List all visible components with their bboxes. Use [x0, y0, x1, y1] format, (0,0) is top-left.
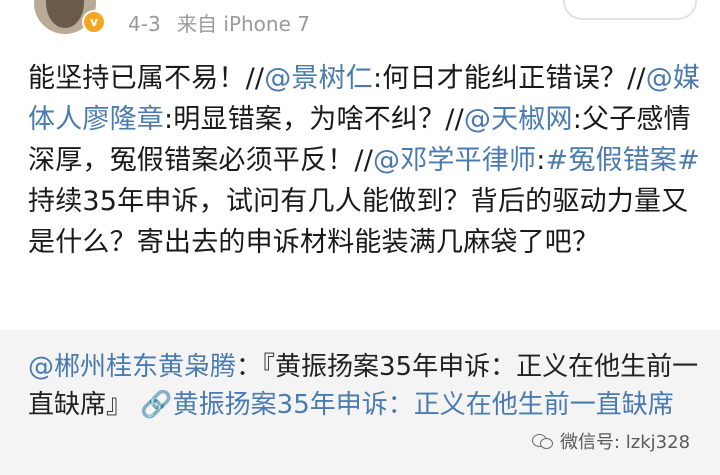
link-icon: 🔗 [132, 390, 173, 420]
repost-text: @郴州桂东黄枭腾：『黄振扬案35年申诉：正义在他生前一直缺席』 🔗黄振扬案35年… [28, 348, 708, 424]
post-text-2: :何日才能纠正错误？// [373, 63, 646, 94]
post-header: v 4-3 来自 iPhone 7 [0, 0, 720, 44]
article-link[interactable]: 黄振扬案35年申诉：正义在他生前一直缺席 [173, 390, 674, 420]
repost-author-link[interactable]: @郴州桂东黄枭腾 [28, 352, 236, 382]
verified-badge-icon: v [82, 10, 106, 34]
wechat-icon [532, 433, 554, 451]
watermark-text: 微信号: lzkj328 [560, 432, 691, 453]
post-source: 来自 iPhone 7 [177, 12, 310, 36]
post-body: 能坚持已属不易！//@景树仁:何日才能纠正错误？//@媒体人廖隆章:明显错案，为… [28, 58, 708, 263]
post-meta: 4-3 来自 iPhone 7 [128, 8, 320, 37]
repost-card[interactable]: @郴州桂东黄枭腾：『黄振扬案35年申诉：正义在他生前一直缺席』 🔗黄振扬案35年… [0, 330, 720, 475]
mention-link-dengxueping[interactable]: @邓学平律师 [373, 145, 536, 176]
post-text-6: 持续35年申诉，试问有几人能做到？背后的驱动力量又是什么？寄出去的申诉材料能装满… [28, 186, 689, 258]
post-date: 4-3 [128, 12, 161, 36]
post-text-5: : [536, 145, 546, 176]
mention-link-tianjiaowang[interactable]: @天椒网 [464, 104, 573, 135]
post-text-1: 能坚持已属不易！// [28, 63, 265, 94]
follow-button[interactable] [563, 0, 697, 20]
mention-link-jingshuren[interactable]: @景树仁 [264, 63, 373, 94]
post-text-3: :明显错案，为啥不纠？// [164, 104, 464, 135]
hashtag-link[interactable]: #冤假错案# [546, 145, 700, 176]
wechat-watermark: 微信号: lzkj328 [532, 428, 690, 454]
